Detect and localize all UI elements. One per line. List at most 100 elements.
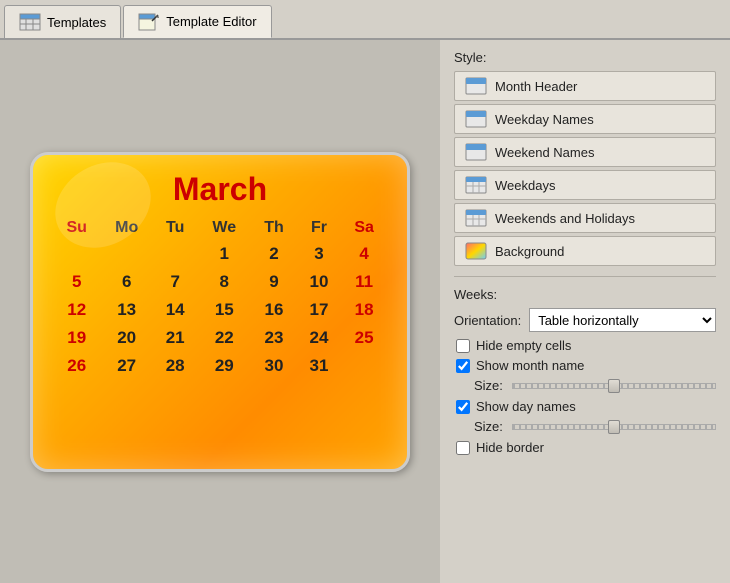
cal-header-su: Su <box>53 216 100 240</box>
weekends-holidays-label: Weekends and Holidays <box>495 211 635 226</box>
day-size-label: Size: <box>474 419 504 434</box>
calendar-cell-0-6: 4 <box>341 240 387 268</box>
cal-header-th: Th <box>251 216 297 240</box>
preview-area: March Su Mo Tu We Th Fr Sa 1234567891011… <box>0 40 440 583</box>
hide-empty-cells-label[interactable]: Hide empty cells <box>476 338 571 353</box>
style-button-month-header[interactable]: Month Header <box>454 71 716 101</box>
tab-template-editor[interactable]: Template Editor <box>123 5 271 38</box>
calendar-row-1: 567891011 <box>53 268 387 296</box>
calendar-cell-3-5: 24 <box>297 324 341 352</box>
calendar-grid: Su Mo Tu We Th Fr Sa 1234567891011121314… <box>53 216 387 380</box>
calendar-cell-1-4: 9 <box>251 268 297 296</box>
day-size-slider-track[interactable] <box>512 424 716 430</box>
cal-header-tu: Tu <box>153 216 197 240</box>
month-header-label: Month Header <box>495 79 577 94</box>
tab-template-editor-label: Template Editor <box>166 14 256 29</box>
tab-templates-label: Templates <box>47 15 106 30</box>
calendar-row-2: 12131415161718 <box>53 296 387 324</box>
month-size-slider-track[interactable] <box>512 383 716 389</box>
calendar-cell-4-5: 31 <box>297 352 341 380</box>
month-header-icon <box>465 77 487 95</box>
style-button-weekends-holidays[interactable]: Weekends and Holidays <box>454 203 716 233</box>
weeks-section: Weeks: Orientation: Table horizontally T… <box>454 287 716 455</box>
month-size-slider-thumb <box>608 379 620 393</box>
divider <box>454 276 716 277</box>
show-month-name-row: Show month name <box>454 358 716 373</box>
calendar-cell-4-2: 28 <box>153 352 197 380</box>
cal-header-sa: Sa <box>341 216 387 240</box>
main-content: March Su Mo Tu We Th Fr Sa 1234567891011… <box>0 40 730 583</box>
orientation-select[interactable]: Table horizontally Table vertically <box>529 308 716 332</box>
calendar-cell-2-3: 15 <box>197 296 251 324</box>
style-label: Style: <box>454 50 716 65</box>
calendar-cell-2-0: 12 <box>53 296 100 324</box>
tab-templates[interactable]: Templates <box>4 5 121 38</box>
calendar-cell-1-2: 7 <box>153 268 197 296</box>
day-size-row: Size: <box>454 419 716 434</box>
calendar-cell-0-3: 1 <box>197 240 251 268</box>
hide-border-row: Hide border <box>454 440 716 455</box>
calendar-cell-2-2: 14 <box>153 296 197 324</box>
style-button-weekday-names[interactable]: Weekday Names <box>454 104 716 134</box>
hide-border-checkbox[interactable] <box>456 441 470 455</box>
calendar-cell-4-1: 27 <box>100 352 153 380</box>
calendar-cell-4-4: 30 <box>251 352 297 380</box>
calendar-cell-3-1: 20 <box>100 324 153 352</box>
calendar-cell-1-5: 10 <box>297 268 341 296</box>
calendar-cell-1-0: 5 <box>53 268 100 296</box>
calendar-cell-0-1 <box>100 240 153 268</box>
calendar-cell-3-4: 23 <box>251 324 297 352</box>
style-button-background[interactable]: Background <box>454 236 716 266</box>
calendar-cell-4-0: 26 <box>53 352 100 380</box>
calendar-month: March <box>53 171 387 208</box>
calendar-cell-1-3: 8 <box>197 268 251 296</box>
calendar-cell-3-3: 22 <box>197 324 251 352</box>
calendar-cell-2-5: 17 <box>297 296 341 324</box>
calendar-cell-2-4: 16 <box>251 296 297 324</box>
calendar-cell-4-6 <box>341 352 387 380</box>
orientation-label: Orientation: <box>454 313 521 328</box>
orientation-row: Orientation: Table horizontally Table ve… <box>454 308 716 332</box>
cal-header-fr: Fr <box>297 216 341 240</box>
tab-bar: Templates Template Editor <box>0 0 730 40</box>
calendar-row-0: 1234 <box>53 240 387 268</box>
calendar-cell-3-2: 21 <box>153 324 197 352</box>
show-day-names-checkbox[interactable] <box>456 400 470 414</box>
style-button-weekdays[interactable]: Weekdays <box>454 170 716 200</box>
cal-header-mo: Mo <box>100 216 153 240</box>
weekends-holidays-icon <box>465 209 487 227</box>
calendar-cell-4-3: 29 <box>197 352 251 380</box>
calendar-cell-2-1: 13 <box>100 296 153 324</box>
background-icon <box>465 242 487 260</box>
weekend-names-icon <box>465 143 487 161</box>
month-size-label: Size: <box>474 378 504 393</box>
calendar-header-row: Su Mo Tu We Th Fr Sa <box>53 216 387 240</box>
calendar-cell-0-0 <box>53 240 100 268</box>
calendar-row-4: 262728293031 <box>53 352 387 380</box>
style-button-weekend-names[interactable]: Weekend Names <box>454 137 716 167</box>
month-size-row: Size: <box>454 378 716 393</box>
calendar-row-3: 19202122232425 <box>53 324 387 352</box>
cal-header-we: We <box>197 216 251 240</box>
style-buttons-container: Month Header Weekday Names Weekend Names… <box>454 71 716 266</box>
calendar-card: March Su Mo Tu We Th Fr Sa 1234567891011… <box>30 152 410 472</box>
weekday-names-label: Weekday Names <box>495 112 594 127</box>
calendar-cell-3-0: 19 <box>53 324 100 352</box>
hide-empty-cells-checkbox[interactable] <box>456 339 470 353</box>
background-label: Background <box>495 244 564 259</box>
calendar-cell-3-6: 25 <box>341 324 387 352</box>
calendar-cell-1-6: 11 <box>341 268 387 296</box>
show-day-names-label[interactable]: Show day names <box>476 399 576 414</box>
show-month-name-checkbox[interactable] <box>456 359 470 373</box>
templates-icon <box>19 13 41 31</box>
weekend-names-label: Weekend Names <box>495 145 594 160</box>
hide-empty-cells-row: Hide empty cells <box>454 338 716 353</box>
hide-border-label[interactable]: Hide border <box>476 440 544 455</box>
show-day-names-row: Show day names <box>454 399 716 414</box>
weekdays-icon <box>465 176 487 194</box>
calendar-cell-0-2 <box>153 240 197 268</box>
weekday-names-icon <box>465 110 487 128</box>
template-editor-icon <box>138 13 160 31</box>
show-month-name-label[interactable]: Show month name <box>476 358 584 373</box>
weeks-label: Weeks: <box>454 287 716 302</box>
